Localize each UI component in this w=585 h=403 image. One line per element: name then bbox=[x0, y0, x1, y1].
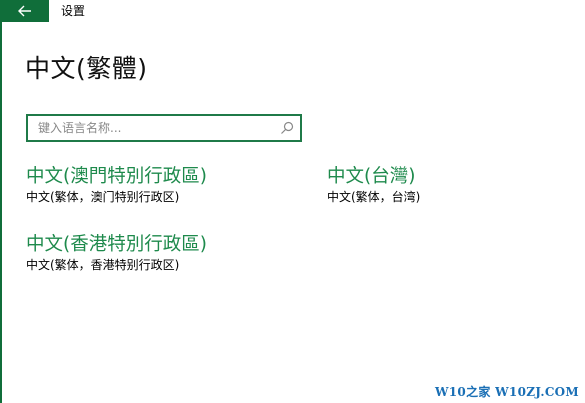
back-button[interactable] bbox=[0, 0, 49, 22]
language-option-hongkong[interactable]: 中文(香港特別行政區) 中文(繁体，香港特别行政区) bbox=[26, 233, 207, 273]
window-left-border bbox=[0, 0, 2, 403]
search-box[interactable] bbox=[26, 114, 302, 142]
watermark: W10之家 W10ZJ.COM bbox=[435, 385, 579, 399]
arrow-left-icon bbox=[17, 5, 31, 17]
language-option-taiwan[interactable]: 中文(台灣) 中文(繁体，台湾) bbox=[327, 165, 420, 205]
window-title: 设置 bbox=[61, 4, 86, 18]
page-title: 中文(繁體) bbox=[25, 54, 148, 83]
search-input[interactable] bbox=[28, 117, 276, 139]
language-description: 中文(繁体，香港特别行政区) bbox=[26, 258, 180, 272]
language-option-macau[interactable]: 中文(澳門特別行政區) 中文(繁体，澳门特别行政区) bbox=[26, 165, 207, 205]
language-description: 中文(繁体，台湾) bbox=[327, 190, 421, 204]
search-icon[interactable] bbox=[280, 121, 294, 135]
language-description: 中文(繁体，澳门特别行政区) bbox=[26, 190, 180, 204]
language-name: 中文(澳門特別行政區) bbox=[26, 166, 207, 187]
language-name: 中文(台灣) bbox=[327, 166, 416, 187]
language-name: 中文(香港特別行政區) bbox=[26, 234, 207, 255]
